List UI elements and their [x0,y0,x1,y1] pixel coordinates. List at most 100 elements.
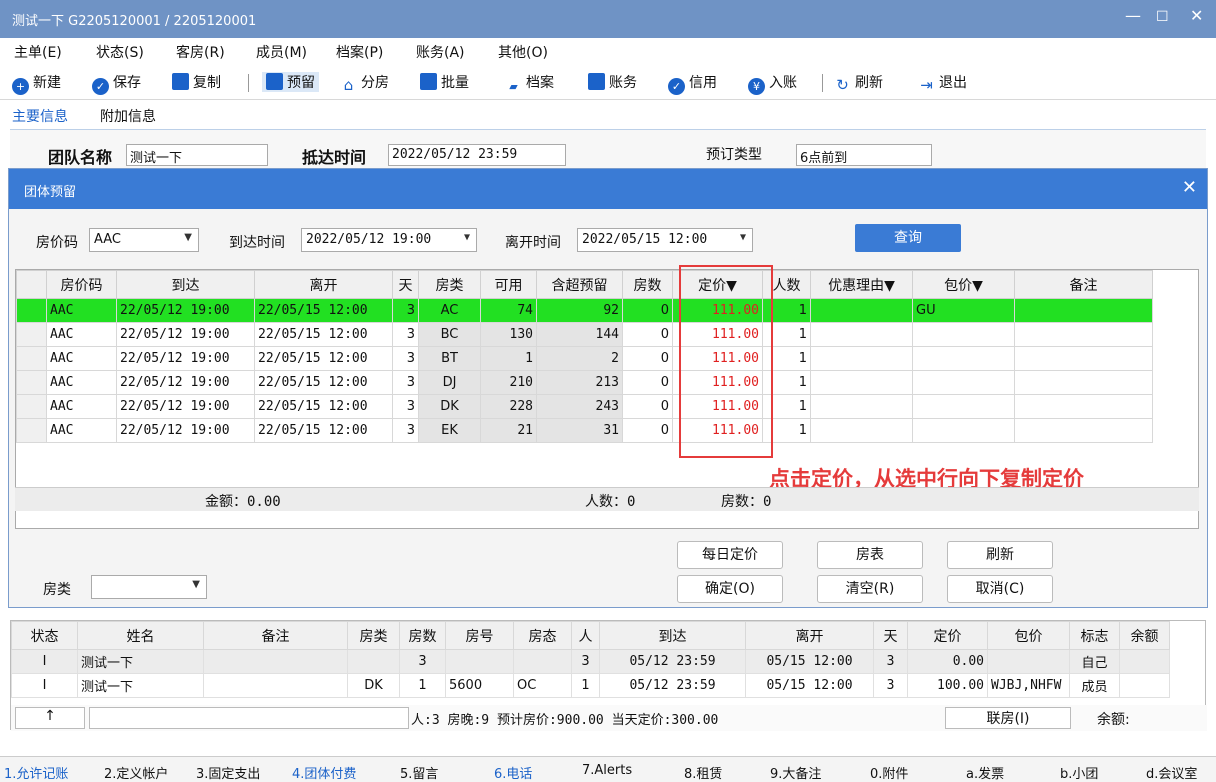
status-invoice[interactable]: a.发票 [966,763,1004,782]
menu-profile[interactable]: 档案(P) [336,42,383,62]
col-rooms[interactable]: 房数 [622,270,673,299]
new-button[interactable]: + 新建 [12,72,61,95]
cell-discount-reason[interactable] [810,394,913,419]
row-selector[interactable] [16,394,47,419]
cell-discount-reason[interactable] [810,346,913,371]
cell-note[interactable] [1014,394,1153,419]
cell-note[interactable] [1014,322,1153,347]
copy-button[interactable]: 复制 [172,72,221,92]
cell-rooms[interactable]: 0 [622,298,673,323]
cell-package[interactable] [912,322,1015,347]
member-col[interactable]: 房态 [513,621,572,650]
cell-rooms[interactable]: 0 [622,322,673,347]
profile-button[interactable]: ▰ 档案 [505,72,554,95]
menu-member[interactable]: 成员(M) [256,42,307,62]
cell-discount-reason[interactable] [810,322,913,347]
arrive-time-select[interactable]: 2022/05/12 19:00 ▼ [301,228,477,252]
cell-package[interactable] [912,370,1015,395]
row-selector[interactable] [16,298,47,323]
member-col[interactable]: 状态 [11,621,78,650]
col-package[interactable]: 包价▼ [912,270,1015,299]
member-row[interactable]: I 测试一下 3 3 05/12 23:59 05/15 12:00 3 0.00 自己 [11,649,1170,674]
cancel-button[interactable]: 取消(C) [947,575,1053,603]
member-col[interactable]: 到达 [599,621,746,650]
close-button[interactable]: ✕ [1190,6,1203,25]
member-col[interactable]: 标志 [1069,621,1120,650]
cell-discount-reason[interactable] [810,370,913,395]
cell-note[interactable] [1014,298,1153,323]
member-col[interactable]: 姓名 [77,621,204,650]
row-selector[interactable] [16,418,47,443]
cell-package[interactable] [912,346,1015,371]
cell-note[interactable] [1014,370,1153,395]
save-button[interactable]: ✓ 保存 [92,72,141,95]
dialog-refresh-button[interactable]: 刷新 [947,541,1053,569]
batch-button[interactable]: 批量 [420,72,469,92]
cell-note[interactable] [1014,418,1153,443]
tab-extra-info[interactable]: 附加信息 [100,106,156,126]
cell-package[interactable] [912,394,1015,419]
query-button[interactable]: 查询 [855,224,961,252]
col-depart[interactable]: 离开 [254,270,393,299]
col-discount-reason[interactable]: 优惠理由▼ [810,270,913,299]
status-alerts[interactable]: 7.Alerts [582,763,632,778]
col-rate-code[interactable]: 房价码 [46,270,117,299]
status-message[interactable]: 5.留言 [400,763,438,782]
member-col[interactable]: 房数 [399,621,446,650]
menu-account[interactable]: 账务(A) [416,42,465,62]
member-col[interactable]: 天 [873,621,908,650]
room-list-button[interactable]: 房表 [817,541,923,569]
col-available[interactable]: 可用 [480,270,537,299]
assign-room-button[interactable]: ⌂ 分房 [340,72,389,94]
reserve-row[interactable]: AAC 22/05/12 19:00 22/05/15 12:00 3 BC 130 144… [16,322,1153,347]
status-rental[interactable]: 8.租赁 [684,763,722,782]
col-arrive[interactable]: 到达 [116,270,255,299]
member-col[interactable]: 备注 [203,621,348,650]
dialog-close-icon[interactable]: ✕ [1182,177,1197,198]
clear-button[interactable]: 清空(R) [817,575,923,603]
booking-type-select[interactable]: 6点前到 [796,144,932,166]
member-col[interactable]: 房号 [445,621,514,650]
cell-rooms[interactable]: 0 [622,418,673,443]
cell-note[interactable] [1014,346,1153,371]
group-name-input[interactable]: 测试一下 [126,144,268,166]
cell-discount-reason[interactable] [810,298,913,323]
menu-status[interactable]: 状态(S) [96,42,144,62]
account-button[interactable]: 账务 [588,72,637,92]
menu-other[interactable]: 其他(O) [498,42,548,62]
col-days[interactable]: 天 [392,270,419,299]
status-meeting-room[interactable]: d.会议室 [1146,763,1197,782]
cell-rooms[interactable]: 0 [622,394,673,419]
cell-discount-reason[interactable] [810,418,913,443]
reserve-row[interactable]: AAC 22/05/12 19:00 22/05/15 12:00 3 EK 21 31 0 1… [16,418,1153,443]
status-define-account[interactable]: 2.定义帐户 [104,763,168,782]
reserve-button[interactable]: 预留 [262,72,319,92]
status-allow-posting[interactable]: 1.允许记账 [4,763,68,782]
post-button[interactable]: ¥ 入账 [748,72,797,95]
credit-button[interactable]: ✓ 信用 [668,72,717,95]
rate-code-select[interactable]: AAC ▼ [89,228,199,252]
room-type-select[interactable]: ▼ [91,575,207,599]
member-row[interactable]: I 测试一下 DK 1 5600 OC 1 05/12 23:59 05/15 12:00 3 10… [11,673,1170,698]
col-overbook[interactable]: 含超预留 [536,270,623,299]
refresh-button[interactable]: ↻ 刷新 [834,72,883,94]
reserve-row[interactable]: AAC 22/05/12 19:00 22/05/15 12:00 3 AC 74 92 0 1… [16,298,1153,323]
reserve-row[interactable]: AAC 22/05/12 19:00 22/05/15 12:00 3 DJ 210 213… [16,370,1153,395]
maximize-button[interactable]: ☐ [1156,9,1169,25]
link-room-button[interactable]: 联房(I) [945,707,1071,729]
ok-button[interactable]: 确定(O) [677,575,783,603]
cell-rooms[interactable]: 0 [622,370,673,395]
status-fixed-charge[interactable]: 3.固定支出 [196,763,260,782]
tab-main-info[interactable]: 主要信息 [12,106,68,126]
menu-room[interactable]: 客房(R) [176,42,225,62]
minimize-button[interactable]: — [1125,6,1141,25]
status-attachment[interactable]: 0.附件 [870,763,908,782]
daily-price-button[interactable]: 每日定价 [677,541,783,569]
member-col[interactable]: 包价 [987,621,1070,650]
col-note[interactable]: 备注 [1014,270,1153,299]
member-col[interactable]: 余额 [1119,621,1170,650]
arrive-time-input[interactable]: 2022/05/12 23:59 [388,144,566,166]
member-search-input[interactable] [89,707,409,729]
reserve-row[interactable]: AAC 22/05/12 19:00 22/05/15 12:00 3 DK 228 243… [16,394,1153,419]
move-up-button[interactable]: ↑ [15,707,85,729]
